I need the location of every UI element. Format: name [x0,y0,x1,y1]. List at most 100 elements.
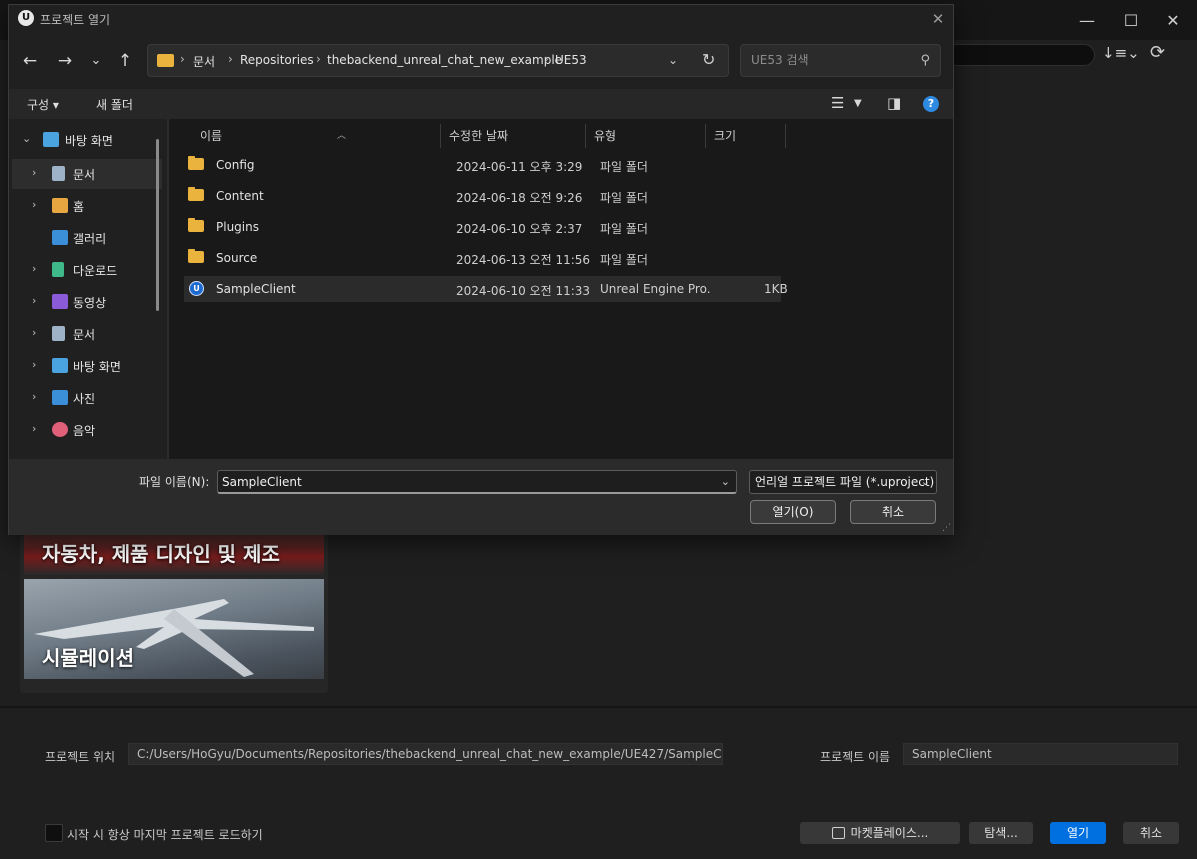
maximize-button[interactable]: ☐ [1116,8,1146,34]
file-row[interactable]: Source 2024-06-13 오전 11:56 파일 폴더 [184,245,781,271]
chevron-right-icon[interactable]: › [32,262,36,275]
sidebar-item-label: 다운로드 [73,264,118,278]
breadcrumb-repositories[interactable]: Repositories [240,53,314,67]
sidebar-item-label: 갤러리 [73,232,107,246]
close-button[interactable]: ✕ [1158,8,1188,34]
project-name-field[interactable]: SampleClient [903,743,1178,765]
navigation-scrollbar[interactable] [156,139,159,311]
file-type: 파일 폴더 [600,191,648,205]
help-icon[interactable]: ? [923,96,939,112]
dialog-close-button[interactable]: ✕ [927,8,949,30]
back-button[interactable]: ← [17,49,43,73]
sidebar-item-documents[interactable]: › 문서 [12,159,162,189]
file-type: 파일 폴더 [600,160,648,174]
browse-button[interactable]: 탐색... [969,822,1033,844]
chevron-right-icon: › [544,52,549,66]
filename-label: 파일 이름(N): [139,475,210,489]
command-bar: 구성 ▾ 새 폴더 ☰ ▼ ◨ ? [9,89,953,119]
preview-pane-icon[interactable]: ◨ [887,94,901,112]
column-header-name[interactable]: 이름 ︿ [192,124,441,148]
chevron-down-icon[interactable]: ⌄ [721,471,730,493]
home-icon [52,198,68,213]
refresh-icon[interactable]: ⟳ [1150,42,1165,63]
dialog-titlebar[interactable]: U 프로젝트 열기 ✕ [9,5,953,33]
desktop-icon [43,132,59,147]
sidebar-item-gallery[interactable]: 갤러리 [9,223,159,253]
sidebar-item-desktop-2[interactable]: › 바탕 화면 [9,351,159,381]
unreal-project-icon: U [189,281,204,296]
chevron-right-icon[interactable]: › [32,358,36,371]
sidebar-item-videos[interactable]: › 동영상 [9,287,159,317]
template-search-input[interactable] [940,44,1095,66]
project-location-field[interactable]: C:/Users/HoGyu/Documents/Repositories/th… [128,743,723,765]
search-input[interactable]: UE53 검색 ⚲ [740,44,941,77]
chevron-right-icon[interactable]: › [32,294,36,307]
filetype-value: 언리얼 프로젝트 파일 (*.uproject) [755,475,935,489]
breadcrumb-documents[interactable]: 문서 [193,53,215,70]
breadcrumb-ue53[interactable]: UE53 [555,53,587,67]
sidebar-item-downloads[interactable]: › 다운로드 [9,255,159,285]
chevron-down-icon: ⌄ [920,475,930,488]
filetype-select[interactable]: 언리얼 프로젝트 파일 (*.uproject) ⌄ [749,470,937,494]
breadcrumb-project[interactable]: thebackend_unreal_chat_new_example [327,53,562,67]
filename-value: SampleClient [222,475,302,489]
videos-icon [52,294,68,309]
shopping-bag-icon [831,827,845,839]
up-button[interactable]: ↑ [112,49,138,73]
new-folder-button[interactable]: 새 폴더 [96,96,133,113]
category-tile-simulation[interactable]: 시뮬레이션 [24,579,324,679]
sort-ascending-icon: ︿ [337,131,347,141]
sidebar-item-desktop[interactable]: ⌄ 바탕 화면 [9,125,159,155]
sidebar-item-label: 음악 [73,424,96,438]
sidebar-item-pictures[interactable]: › 사진 [9,383,159,413]
file-date: 2024-06-18 오전 9:26 [456,191,583,205]
address-dropdown-button[interactable]: ⌄ [668,53,678,67]
cancel-button[interactable]: 취소 [1123,822,1179,844]
file-date: 2024-06-11 오후 3:29 [456,160,583,174]
chevron-right-icon[interactable]: › [32,166,36,179]
chevron-right-icon: › [316,52,321,66]
dialog-cancel-button[interactable]: 취소 [850,500,936,524]
sidebar-item-documents-2[interactable]: › 문서 [9,319,159,349]
dialog-footer: 파일 이름(N): SampleClient ⌄ 언리얼 프로젝트 파일 (*.… [9,459,953,535]
minimize-button[interactable]: — [1072,8,1102,34]
resize-grip-icon[interactable]: ⋰ [942,523,951,533]
file-row[interactable]: Plugins 2024-06-10 오후 2:37 파일 폴더 [184,214,781,240]
chevron-right-icon[interactable]: › [32,390,36,403]
column-header-type[interactable]: 유형 [586,124,706,148]
forward-button[interactable]: → [52,49,78,73]
filename-input[interactable]: SampleClient ⌄ [217,470,737,494]
column-header-label: 이름 [200,129,223,143]
chevron-right-icon[interactable]: › [32,422,36,435]
view-list-icon[interactable]: ☰ [831,94,844,112]
recent-locations-button[interactable]: ⌄ [83,49,109,73]
project-name-label: 프로젝트 이름 [820,750,891,764]
file-row[interactable]: Config 2024-06-11 오후 3:29 파일 폴더 [184,152,781,178]
sidebar-item-label: 문서 [73,328,96,342]
sidebar-item-music[interactable]: › 음악 [9,415,159,445]
file-type: 파일 폴더 [600,222,648,236]
view-options-icon[interactable]: ▼ [854,98,862,109]
search-icon: ⚲ [920,53,930,68]
load-last-project-checkbox[interactable] [45,824,63,842]
open-project-button[interactable]: 열기 [1050,822,1106,844]
organize-menu[interactable]: 구성 ▾ [27,96,59,113]
refresh-icon[interactable]: ↻ [702,50,715,69]
marketplace-button[interactable]: 마켓플레이스... [800,822,960,844]
chevron-right-icon[interactable]: › [32,198,36,211]
file-date: 2024-06-10 오후 2:37 [456,222,583,236]
file-row-selected[interactable]: U SampleClient 2024-06-10 오전 11:33 Unrea… [184,276,788,302]
dialog-open-button[interactable]: 열기(O) [750,500,836,524]
address-bar[interactable]: › 문서 › Repositories › thebackend_unreal_… [147,44,729,77]
column-header-size[interactable]: 크기 [706,124,786,148]
sidebar-item-home[interactable]: › 홈 [9,191,159,221]
chevron-down-icon[interactable]: ⌄ [22,132,31,145]
sidebar-item-label: 동영상 [73,296,107,310]
sidebar-item-label: 홈 [73,200,85,214]
column-header-date[interactable]: 수정한 날짜 [441,124,586,148]
sort-icon[interactable]: ↓≡⌄ [1102,44,1140,62]
unreal-logo-icon: U [18,10,34,26]
file-row[interactable]: Content 2024-06-18 오전 9:26 파일 폴더 [184,183,781,209]
file-name: Content [216,189,264,203]
chevron-right-icon[interactable]: › [32,326,36,339]
